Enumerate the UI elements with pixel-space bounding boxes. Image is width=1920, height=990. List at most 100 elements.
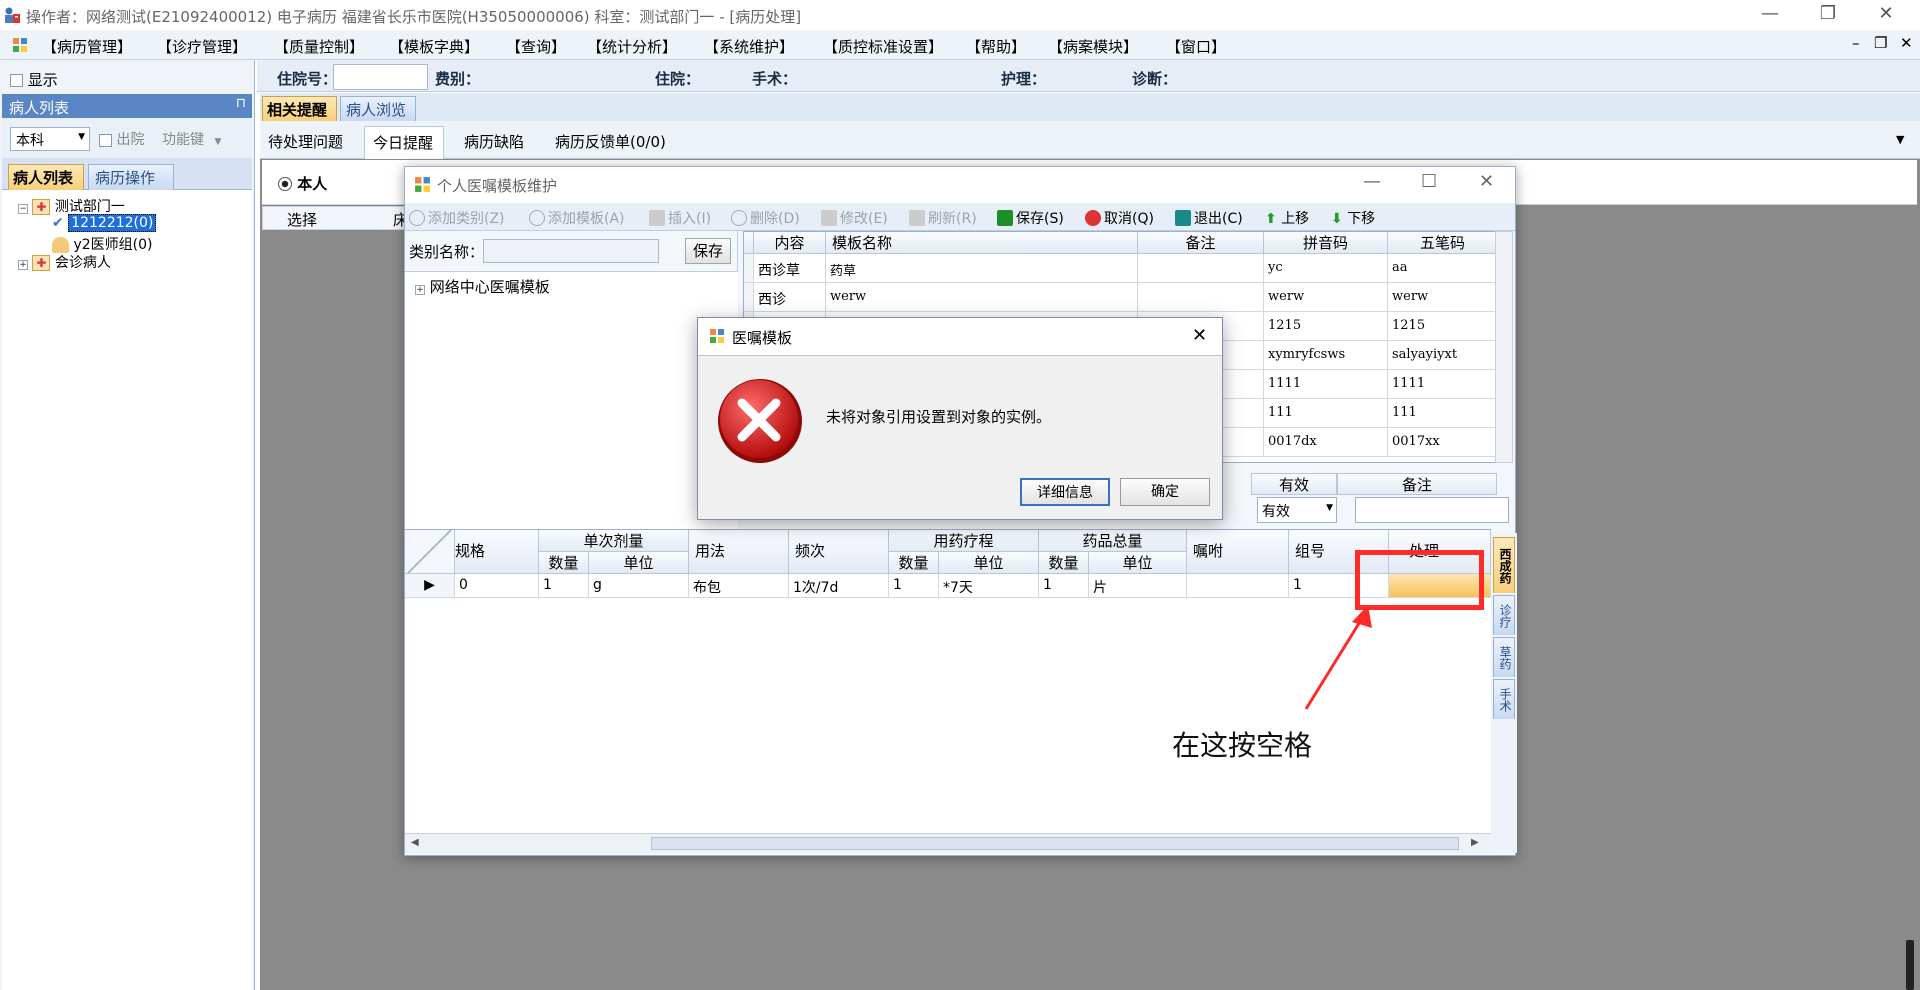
- tree-root[interactable]: + 网络中心医嘱模板: [415, 276, 550, 297]
- tree-node-dept[interactable]: − ✚ 测试部门一: [18, 196, 125, 216]
- radio-self[interactable]: 本人: [278, 173, 327, 194]
- delete-button[interactable]: 删除(D): [731, 208, 800, 228]
- tree-node-patient[interactable]: ✔ 1212212(0): [52, 214, 157, 232]
- function-key-button[interactable]: 功能键 ▼: [162, 129, 221, 149]
- discharge-toggle[interactable]: 出院: [99, 129, 144, 149]
- cell-template-name[interactable]: werw: [826, 283, 1138, 312]
- tab-record-defects[interactable]: 病历缺陷: [464, 131, 524, 152]
- cell-content[interactable]: 西诊: [754, 283, 826, 312]
- cell-wubi[interactable]: 111: [1388, 399, 1496, 428]
- menu-qc-standard[interactable]: 【质控标准设置】: [823, 36, 943, 57]
- remark-input[interactable]: [1355, 497, 1509, 523]
- cell-usage[interactable]: 布包: [689, 574, 789, 598]
- cell-pinyin[interactable]: 0017dx: [1264, 428, 1388, 457]
- tab-record-operation[interactable]: 病历操作: [88, 164, 174, 190]
- exit-button[interactable]: 退出(C): [1175, 208, 1243, 228]
- menu-query[interactable]: 【查询】: [506, 36, 566, 57]
- cell-template-name[interactable]: 药草: [826, 254, 1138, 283]
- detail-hscrollbar[interactable]: ◀ ▶: [405, 833, 1491, 853]
- cell-course-unit[interactable]: *7天: [939, 574, 1039, 598]
- tab-patient-list[interactable]: 病人列表: [8, 164, 84, 190]
- move-down-button[interactable]: ⬇ 下移: [1331, 208, 1375, 228]
- expand-icon[interactable]: +: [415, 285, 425, 295]
- cell-wubi[interactable]: werw: [1388, 283, 1496, 312]
- scroll-thumb[interactable]: [651, 837, 1459, 850]
- pin-icon[interactable]: ⊓: [236, 96, 246, 111]
- menu-window[interactable]: 【窗口】: [1166, 36, 1226, 57]
- scroll-right-icon[interactable]: ▶: [1471, 837, 1479, 848]
- tab-feedback[interactable]: 病历反馈单(0/0): [555, 131, 666, 152]
- row-header[interactable]: [744, 254, 754, 283]
- collapse-icon[interactable]: −: [18, 204, 28, 214]
- chevron-down-icon[interactable]: ▼: [1896, 133, 1904, 146]
- mdi-restore-button[interactable]: ❐: [1874, 34, 1887, 52]
- menu-diagnosis-management[interactable]: 【诊疗管理】: [157, 36, 247, 57]
- cell-total-qty[interactable]: 1: [1039, 574, 1089, 598]
- minimize-button[interactable]: —: [1742, 0, 1798, 30]
- cell-wubi[interactable]: salyayiyxt: [1388, 341, 1496, 370]
- menu-record-management[interactable]: 【病历管理】: [42, 36, 132, 57]
- cell-dose-qty[interactable]: 1: [539, 574, 589, 598]
- cell-freq[interactable]: 1次/7d: [789, 574, 889, 598]
- add-template-button[interactable]: 添加模板(A): [529, 208, 625, 228]
- cell-content[interactable]: 西诊草: [754, 254, 826, 283]
- cell-pinyin[interactable]: 1111: [1264, 370, 1388, 399]
- close-button[interactable]: ✕: [1858, 0, 1914, 30]
- tpl-minimize-button[interactable]: —: [1363, 171, 1381, 192]
- tpl-close-button[interactable]: ✕: [1479, 171, 1494, 192]
- valid-select[interactable]: 有效 ▼: [1257, 497, 1337, 523]
- cell-spec[interactable]: 0: [455, 574, 539, 598]
- menu-statistics[interactable]: 【统计分析】: [587, 36, 677, 57]
- corner-cell[interactable]: [405, 530, 455, 574]
- scroll-left-icon[interactable]: ◀: [411, 837, 419, 848]
- category-name-input[interactable]: [483, 239, 659, 263]
- cell-dose-unit[interactable]: g: [589, 574, 689, 598]
- cell-total-unit[interactable]: 片: [1089, 574, 1187, 598]
- discharge-checkbox[interactable]: [99, 133, 112, 147]
- cell-remark[interactable]: [1138, 283, 1264, 312]
- details-button[interactable]: 详细信息: [1020, 478, 1110, 506]
- tree-node-consult[interactable]: + ✚ 会诊病人: [18, 252, 111, 272]
- cell-course-qty[interactable]: 1: [889, 574, 939, 598]
- cell-pinyin[interactable]: yc: [1264, 254, 1388, 283]
- tree-node-group[interactable]: y2医师组(0): [52, 234, 152, 254]
- cell-wubi[interactable]: 0017xx: [1388, 428, 1496, 457]
- cancel-button[interactable]: 取消(Q): [1085, 208, 1154, 228]
- tab-today-reminder[interactable]: 今日提醒: [364, 126, 444, 160]
- ok-button[interactable]: 确定: [1120, 478, 1210, 506]
- template-grid-scrollbar[interactable]: [1495, 231, 1513, 463]
- side-tab-surgery[interactable]: 手术: [1493, 679, 1515, 719]
- cell-pinyin[interactable]: xymryfcsws: [1264, 341, 1388, 370]
- tab-related-reminder[interactable]: 相关提醒: [262, 96, 337, 121]
- mdi-close-button[interactable]: ✕: [1900, 34, 1913, 52]
- side-tab-treatment[interactable]: 诊疗: [1493, 595, 1515, 635]
- dept-select[interactable]: 本科 ▼: [10, 127, 90, 151]
- dialog-close-button[interactable]: ✕: [1192, 325, 1207, 346]
- cell-wubi[interactable]: 1215: [1388, 312, 1496, 341]
- cell-remark[interactable]: [1138, 254, 1264, 283]
- expand-icon[interactable]: +: [18, 260, 28, 270]
- category-save-button[interactable]: 保存: [685, 238, 731, 264]
- window-scroll-indicator[interactable]: [1906, 940, 1914, 990]
- row-indicator[interactable]: ▶: [405, 574, 455, 598]
- row-header[interactable]: [744, 283, 754, 312]
- show-checkbox[interactable]: [10, 74, 23, 87]
- menu-template-dictionary[interactable]: 【模板字典】: [389, 36, 479, 57]
- menu-help[interactable]: 【帮助】: [966, 36, 1026, 57]
- cell-wubi[interactable]: 1111: [1388, 370, 1496, 399]
- side-tab-herbal[interactable]: 草药: [1493, 637, 1515, 677]
- add-category-button[interactable]: 添加类别(Z): [409, 208, 505, 228]
- edit-button[interactable]: 修改(E): [821, 208, 888, 228]
- cell-pinyin[interactable]: werw: [1264, 283, 1388, 312]
- cell-wubi[interactable]: aa: [1388, 254, 1496, 283]
- menu-case-module[interactable]: 【病案模块】: [1048, 36, 1138, 57]
- cell-pinyin[interactable]: 111: [1264, 399, 1388, 428]
- move-up-button[interactable]: ⬆ 上移: [1265, 208, 1309, 228]
- side-tab-western-medicine[interactable]: 西成药: [1493, 537, 1515, 593]
- tpl-maximize-button[interactable]: ☐: [1421, 171, 1437, 192]
- menu-system-maintenance[interactable]: 【系统维护】: [704, 36, 794, 57]
- tab-patient-browse[interactable]: 病人浏览: [340, 96, 416, 121]
- restore-button[interactable]: ❐: [1800, 0, 1856, 30]
- save-button[interactable]: 保存(S): [997, 208, 1064, 228]
- menu-quality-control[interactable]: 【质量控制】: [274, 36, 364, 57]
